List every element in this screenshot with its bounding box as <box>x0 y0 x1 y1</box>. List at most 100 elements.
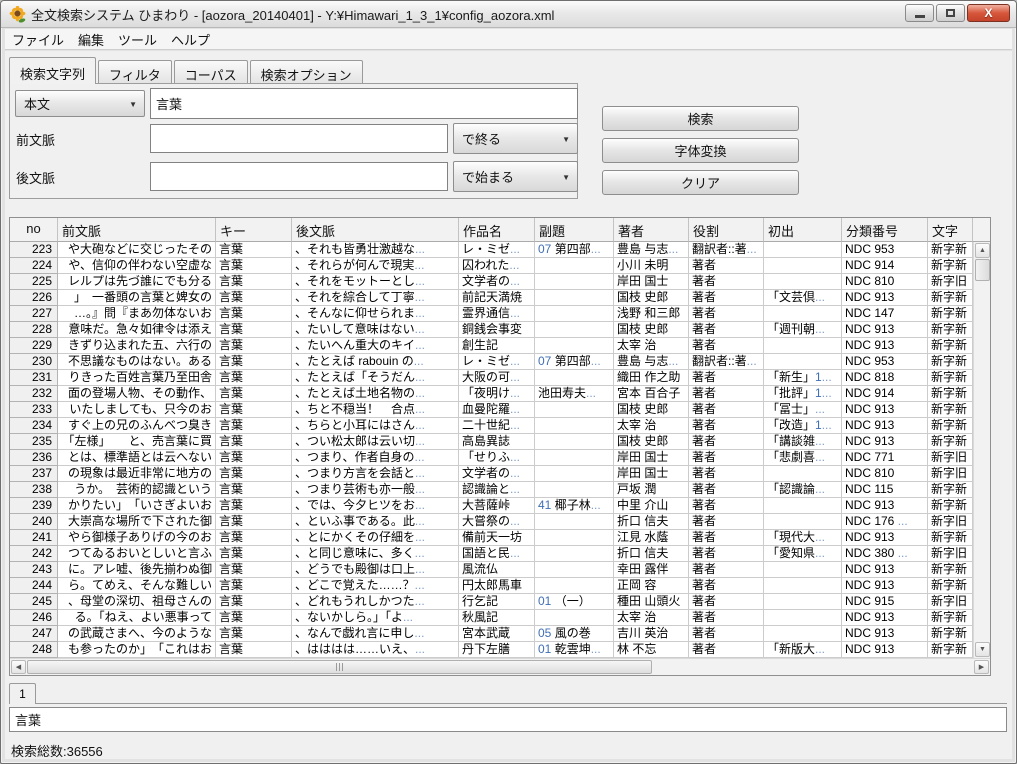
cell-post[interactable]: 、つい松太郎は云い切... <box>292 434 459 450</box>
cell-author[interactable]: 正岡 容 <box>614 578 689 594</box>
cell-moji[interactable]: 新字旧 <box>928 274 973 290</box>
cell-key[interactable]: 言葉 <box>216 418 292 434</box>
cell-moji[interactable]: 新字新 <box>928 578 973 594</box>
cell-moji[interactable]: 新字新 <box>928 306 973 322</box>
cell-no[interactable]: 241 <box>10 530 58 546</box>
cell-no[interactable]: 228 <box>10 322 58 338</box>
cell-work[interactable]: 前記天満焼 <box>459 290 535 306</box>
cell-subtitle[interactable] <box>535 578 614 594</box>
result-row[interactable]: 235「左様」 と、売言葉に買言葉、つい松太郎は云い切...高島異誌国枝 史郎著… <box>10 434 973 450</box>
cell-post[interactable]: 、とにかくその仔細を... <box>292 530 459 546</box>
cell-subtitle[interactable] <box>535 402 614 418</box>
menu-tools[interactable]: ツール <box>111 28 164 51</box>
cell-subtitle[interactable]: 01 （一） <box>535 594 614 610</box>
result-row[interactable]: 244ら。てめえ、そんな難しい言葉、どこで覚えた……？...円太郎馬車正岡 容著… <box>10 578 973 594</box>
column-header-post[interactable]: 後文脈 <box>292 218 459 242</box>
cell-ndc[interactable]: NDC 913 <box>842 530 928 546</box>
cell-no[interactable]: 245 <box>10 594 58 610</box>
cell-pre[interactable]: 面の登場人物、その動作、 <box>58 386 216 402</box>
cell-debut[interactable] <box>764 274 842 290</box>
cell-debut[interactable]: 「新版大... <box>764 642 842 658</box>
cell-work[interactable]: 丹下左膳 <box>459 642 535 658</box>
cell-author[interactable]: 岸田 国士 <box>614 450 689 466</box>
cell-debut[interactable]: 「講談雑... <box>764 434 842 450</box>
cell-pre[interactable]: かりたい」 「いさぎよいお <box>58 498 216 514</box>
selected-text-field[interactable] <box>9 707 1007 732</box>
cell-work[interactable]: 大菩薩峠 <box>459 498 535 514</box>
menu-file[interactable]: ファイル <box>5 28 71 51</box>
cell-ndc[interactable]: NDC 915 <box>842 594 928 610</box>
cell-author[interactable]: 小川 未明 <box>614 258 689 274</box>
cell-role[interactable]: 翻訳者::著... <box>689 242 764 258</box>
column-header-work[interactable]: 作品名 <box>459 218 535 242</box>
cell-ndc[interactable]: NDC 913 <box>842 578 928 594</box>
cell-key[interactable]: 言葉 <box>216 322 292 338</box>
cell-no[interactable]: 231 <box>10 370 58 386</box>
cell-no[interactable]: 226 <box>10 290 58 306</box>
cell-no[interactable]: 229 <box>10 338 58 354</box>
result-row[interactable]: 234すぐ上の兄のふんべつ臭き言葉、ちらと小耳にはさん...二十世紀...太宰 … <box>10 418 973 434</box>
cell-work[interactable]: 国語と民... <box>459 546 535 562</box>
cell-role[interactable]: 著者 <box>689 530 764 546</box>
cell-post[interactable]: 、ないかしら。」「よ... <box>292 610 459 626</box>
cell-key[interactable]: 言葉 <box>216 498 292 514</box>
cell-work[interactable]: 宮本武蔵 <box>459 626 535 642</box>
cell-no[interactable]: 237 <box>10 466 58 482</box>
cell-post[interactable]: 、たいして意味はない... <box>292 322 459 338</box>
cell-subtitle[interactable]: 07 第四部... <box>535 242 614 258</box>
pre-context-input[interactable] <box>150 124 448 153</box>
cell-debut[interactable] <box>764 514 842 530</box>
cell-key[interactable]: 言葉 <box>216 274 292 290</box>
cell-no[interactable]: 239 <box>10 498 58 514</box>
result-row[interactable]: 227…。』問『まあ勿体ないお言葉、そんなに仰せられま...霊界通信...浅野 … <box>10 306 973 322</box>
cell-moji[interactable]: 新字新 <box>928 418 973 434</box>
cell-subtitle[interactable] <box>535 306 614 322</box>
cell-debut[interactable] <box>764 338 842 354</box>
result-row[interactable]: 242つてゐるおいとしいと言ふ言葉、と同じ意味に、多く...国語と民...折口 … <box>10 546 973 562</box>
cell-work[interactable]: 高島異誌 <box>459 434 535 450</box>
cell-subtitle[interactable]: 07 第四部... <box>535 354 614 370</box>
cell-moji[interactable]: 新字新 <box>928 242 973 258</box>
cell-key[interactable]: 言葉 <box>216 354 292 370</box>
cell-role[interactable]: 著者 <box>689 450 764 466</box>
cell-post[interactable]: 、たとえば土地名物の... <box>292 386 459 402</box>
cell-role[interactable]: 著者 <box>689 642 764 658</box>
column-header-ndc[interactable]: 分類番号 <box>842 218 928 242</box>
result-row[interactable]: 236とは、標準語とは云へない言葉、つまり、作者自身の...「せりふ...岸田 … <box>10 450 973 466</box>
cell-pre[interactable]: や、信仰の伴わない空虚な <box>58 258 216 274</box>
cell-subtitle[interactable] <box>535 482 614 498</box>
cell-pre[interactable]: 」 一番頭の言葉と婢女の <box>58 290 216 306</box>
cell-moji[interactable]: 新字旧 <box>928 450 973 466</box>
result-row[interactable]: 226」 一番頭の言葉と婢女の言葉、それを綜合して丁寧...前記天満焼国枝 史郎… <box>10 290 973 306</box>
cell-work[interactable]: 風流仏 <box>459 562 535 578</box>
cell-moji[interactable]: 新字新 <box>928 610 973 626</box>
cell-moji[interactable]: 新字新 <box>928 370 973 386</box>
cell-no[interactable]: 223 <box>10 242 58 258</box>
cell-debut[interactable]: 「認識論... <box>764 482 842 498</box>
cell-debut[interactable] <box>764 578 842 594</box>
minimize-button[interactable] <box>905 4 934 22</box>
cell-debut[interactable] <box>764 306 842 322</box>
keyword-input[interactable] <box>150 88 578 119</box>
cell-work[interactable]: 銅銭会事変 <box>459 322 535 338</box>
cell-ndc[interactable]: NDC 913 <box>842 626 928 642</box>
cell-debut[interactable] <box>764 242 842 258</box>
cell-debut[interactable] <box>764 258 842 274</box>
cell-role[interactable]: 著者 <box>689 626 764 642</box>
cell-author[interactable]: 戸坂 潤 <box>614 482 689 498</box>
cell-subtitle[interactable] <box>535 562 614 578</box>
cell-ndc[interactable]: NDC 115 <box>842 482 928 498</box>
cell-debut[interactable]: 「新生」1... <box>764 370 842 386</box>
cell-role[interactable]: 著者 <box>689 370 764 386</box>
cell-moji[interactable]: 新字新 <box>928 386 973 402</box>
cell-no[interactable]: 233 <box>10 402 58 418</box>
cell-author[interactable]: 豊島 与志... <box>614 354 689 370</box>
cell-author[interactable]: 岸田 国士 <box>614 274 689 290</box>
cell-pre[interactable]: に。アレ嘘、後先揃わぬ御 <box>58 562 216 578</box>
cell-ndc[interactable]: NDC 810 <box>842 466 928 482</box>
cell-work[interactable]: 創生記 <box>459 338 535 354</box>
cell-pre[interactable]: とは、標準語とは云へない <box>58 450 216 466</box>
scroll-up-button[interactable]: ▲ <box>975 243 990 258</box>
cell-post[interactable]: 、それをモットーとし... <box>292 274 459 290</box>
result-row[interactable]: 224や、信仰の伴わない空虚な言葉、それらが何んで現実...囚われた...小川 … <box>10 258 973 274</box>
